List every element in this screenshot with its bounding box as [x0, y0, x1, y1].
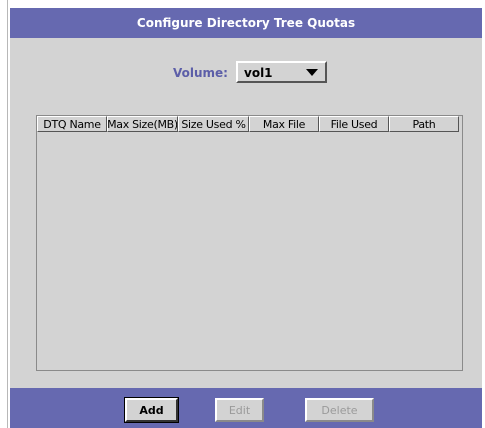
volume-dropdown[interactable]: vol1 [236, 61, 327, 83]
configure-dtq-window: Configure Directory Tree Quotas Volume: … [0, 0, 485, 428]
chevron-down-icon[interactable] [306, 69, 318, 76]
volume-row: Volume: vol1 [10, 60, 482, 90]
button-bar: Add Edit Delete [10, 388, 482, 428]
edit-button[interactable]: Edit [215, 398, 264, 422]
column-header-dtq-name[interactable]: DTQ Name [37, 116, 107, 132]
column-header-max-file[interactable]: Max File [249, 116, 319, 132]
dialog-title: Configure Directory Tree Quotas [10, 8, 482, 38]
column-header-size-used[interactable]: Size Used % [178, 116, 249, 132]
table-header: DTQ Name Max Size(MB) Size Used % Max Fi… [37, 116, 459, 132]
delete-button[interactable]: Delete [305, 398, 374, 422]
dtq-table[interactable]: DTQ Name Max Size(MB) Size Used % Max Fi… [36, 115, 463, 371]
column-header-file-used[interactable]: File Used [319, 116, 389, 132]
dtq-panel: Configure Directory Tree Quotas Volume: … [10, 8, 482, 428]
volume-selected-value: vol1 [244, 66, 273, 80]
column-header-path[interactable]: Path [389, 116, 459, 132]
volume-label: Volume: [173, 66, 228, 80]
window-edge [0, 0, 8, 428]
add-button[interactable]: Add [124, 397, 179, 423]
column-header-max-size[interactable]: Max Size(MB) [107, 116, 178, 132]
